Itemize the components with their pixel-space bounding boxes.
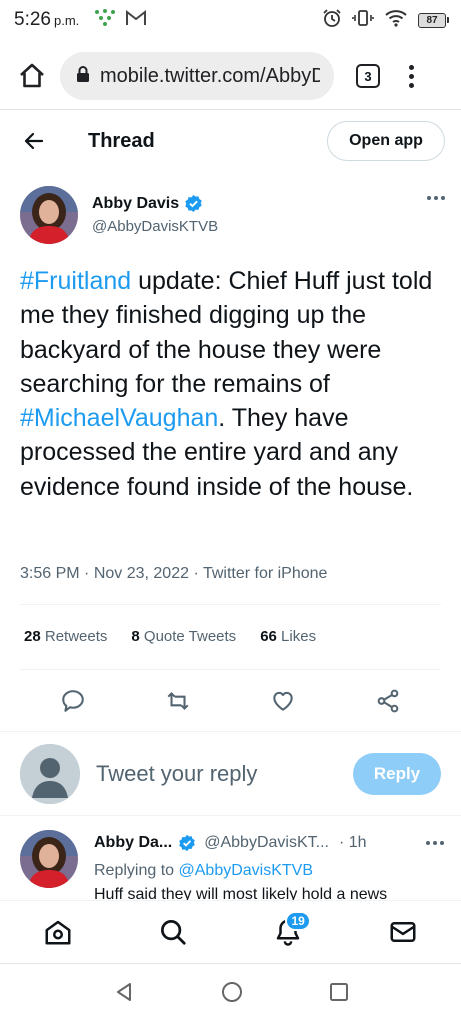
browser-home-button[interactable] (14, 58, 50, 94)
status-time: 5:26 (14, 9, 51, 30)
reply-icon[interactable] (53, 681, 93, 721)
tweet-author-name[interactable]: Abby Davis (92, 194, 218, 213)
replying-to: Replying to @AbbyDavisKTVB (94, 862, 314, 879)
more-options-icon[interactable] (426, 841, 444, 845)
status-bar: 5:26 p.m. 87 (0, 0, 461, 40)
reply-composer: Tweet your reply Reply (20, 742, 441, 806)
battery-icon: 87 (418, 12, 449, 28)
system-back-icon[interactable] (113, 981, 135, 1008)
avatar[interactable] (20, 186, 78, 244)
likes-stat[interactable]: 66 Likes (260, 628, 316, 645)
address-bar[interactable]: mobile.twitter.com/AbbyDavisKTVB/status (60, 52, 334, 100)
verified-badge-icon (185, 194, 202, 213)
bottom-navigation: 19 (0, 900, 461, 962)
reply-author-name[interactable]: Abby Da... (94, 834, 172, 852)
share-icon[interactable] (368, 681, 408, 721)
mail-icon (390, 921, 416, 942)
app-dots-icon (93, 8, 117, 33)
nav-messages[interactable] (379, 908, 427, 956)
browser-menu-button[interactable] (406, 64, 416, 88)
reply-header: Abby Da... @AbbyDavisKT... · 1h (94, 834, 444, 852)
tweet-actions (20, 680, 441, 722)
nav-search[interactable] (149, 908, 197, 956)
tweet-author-handle: @AbbyDavisKTVB (92, 218, 219, 235)
tweet-source[interactable]: Twitter for iPhone (203, 565, 328, 582)
retweets-stat[interactable]: 28 Retweets (24, 628, 107, 645)
default-avatar (20, 744, 80, 804)
browser-toolbar: mobile.twitter.com/AbbyDavisKTVB/status … (0, 44, 461, 108)
divider (20, 669, 441, 670)
tweet-timestamp: 3:56 PM · Nov 23, 2022 · Twitter for iPh… (20, 565, 328, 582)
tweet-stats: 28 Retweets 8 Quote Tweets 66 Likes (24, 628, 316, 645)
tweet-author-row: Abby Davis @AbbyDavisKTVB (20, 186, 445, 248)
battery-level: 87 (418, 12, 446, 28)
like-icon[interactable] (263, 681, 303, 721)
retweet-icon[interactable] (158, 681, 198, 721)
reply-author-handle: @AbbyDavisKT... (204, 834, 329, 851)
nav-notifications[interactable]: 19 (264, 908, 312, 956)
reply-tweet[interactable]: Abby Da... @AbbyDavisKT... · 1h Replying… (20, 828, 445, 900)
tweet-time[interactable]: 3:56 PM (20, 565, 80, 582)
page-title: Thread (88, 129, 155, 152)
address-url: mobile.twitter.com/AbbyDavisKTVB/status (100, 64, 320, 87)
divider (0, 731, 461, 732)
search-icon (160, 919, 186, 945)
back-arrow-icon[interactable] (22, 129, 46, 153)
system-navigation (0, 964, 461, 1024)
lock-icon (76, 65, 90, 88)
nav-home[interactable] (34, 908, 82, 956)
tweet-text: #Fruitland update: Chief Huff just told … (20, 267, 433, 501)
tab-switcher-button[interactable]: 3 (356, 64, 380, 88)
more-options-icon[interactable] (427, 186, 445, 248)
system-recents-icon[interactable] (329, 982, 349, 1007)
alarm-icon (322, 8, 342, 33)
thread-header: Thread Open app (0, 118, 461, 164)
replying-to-link[interactable]: @AbbyDavisKTVB (179, 862, 314, 879)
reply-input[interactable]: Tweet your reply (96, 761, 257, 787)
hashtag-link[interactable]: #Fruitland (20, 267, 131, 295)
vibrate-icon (352, 8, 374, 33)
tweet-date[interactable]: Nov 23, 2022 (94, 565, 189, 582)
open-app-button[interactable]: Open app (327, 121, 445, 161)
notifications-badge: 19 (285, 910, 312, 931)
home-icon (20, 63, 44, 88)
divider (20, 604, 441, 605)
avatar[interactable] (20, 830, 78, 888)
wifi-icon (384, 8, 408, 33)
system-home-icon[interactable] (220, 980, 244, 1009)
reply-time[interactable]: 1h (349, 834, 367, 851)
gmail-icon (125, 9, 147, 32)
hashtag-link[interactable]: #MichaelVaughan (20, 404, 218, 432)
reply-text: Huff said they will most likely hold a n… (94, 886, 388, 900)
home-icon (45, 920, 71, 944)
status-ampm: p.m. (53, 12, 80, 28)
divider (0, 109, 461, 110)
verified-badge-icon (179, 834, 195, 852)
reply-button[interactable]: Reply (353, 753, 441, 795)
divider (0, 815, 461, 816)
quote-tweets-stat[interactable]: 8 Quote Tweets (131, 628, 236, 645)
